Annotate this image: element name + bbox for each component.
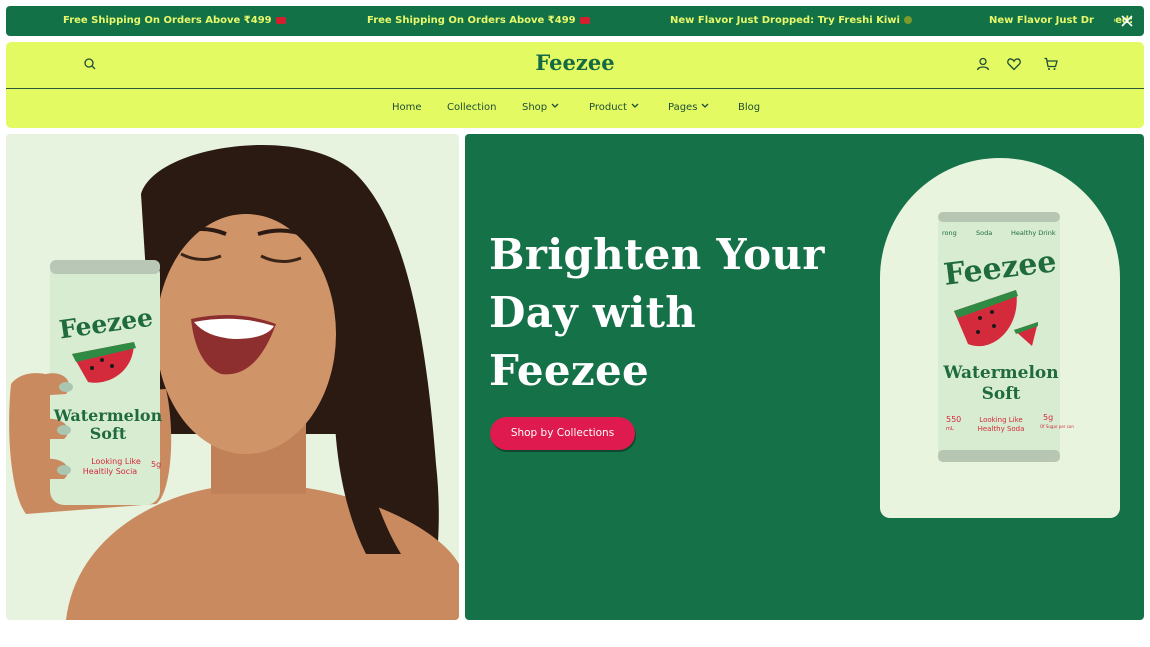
announcement-message: Free Shipping On Orders Above ₹499 <box>367 15 590 26</box>
can-sugar-note: Of Sugar per can <box>1040 424 1074 429</box>
product-arch-card: rong Soda Healthy Drink Feezee Watermelo… <box>880 158 1120 518</box>
site-header: Feezee Home Collection Shop Product Page… <box>6 42 1144 128</box>
hero-lifestyle-image: Feezee Watermelon Soft Looking Like Heal… <box>6 134 459 620</box>
can-top-label: rong <box>942 229 957 237</box>
hero-headline-line: Brighten Your <box>489 230 825 279</box>
woman-holding-can-illustration: Feezee Watermelon Soft Looking Like Heal… <box>9 145 459 620</box>
site-logo[interactable]: Feezee <box>6 50 1144 75</box>
kiwi-icon <box>903 16 912 24</box>
truck-icon <box>579 16 590 24</box>
can-top-label: Healthy Drink <box>1011 229 1056 237</box>
can-volume-unit: mL <box>946 426 954 432</box>
can-flavor-left-1: Watermelon <box>53 406 163 425</box>
can-tag-right-1: Looking Like <box>979 416 1022 424</box>
shop-by-collections-button[interactable]: Shop by Collections <box>490 417 635 450</box>
can-tag-left-2: Healtily Socia <box>83 467 138 476</box>
chevron-down-icon <box>701 103 709 108</box>
announcement-bar: Free Shipping On Orders Above ₹499 Free … <box>6 6 1144 36</box>
truck-icon <box>275 16 286 24</box>
chevron-down-icon <box>631 103 639 108</box>
nav-item-pages[interactable]: Pages <box>668 102 709 113</box>
hero-headline: Brighten Your Day with Feezee <box>489 226 869 400</box>
cart-icon[interactable] <box>1043 56 1059 72</box>
nav-item-home[interactable]: Home <box>392 102 422 113</box>
header-divider <box>6 88 1144 89</box>
can-flavor-right-1: Watermelon <box>942 363 1058 383</box>
can-sugar: 5g <box>1043 413 1053 422</box>
can-flavor-right-2: Soft <box>982 384 1021 404</box>
product-can-image: rong Soda Healthy Drink Feezee Watermelo… <box>938 212 1074 462</box>
announcement-message: Free Shipping On Orders Above ₹499 <box>63 15 286 26</box>
chevron-down-icon <box>551 103 559 108</box>
can-top-label: Soda <box>976 229 992 237</box>
can-tag-right-2: Healthy Soda <box>978 425 1025 433</box>
main-nav: Home Collection Shop Product Pages Blog <box>6 102 1144 118</box>
nav-item-blog[interactable]: Blog <box>738 102 760 113</box>
nav-item-collection[interactable]: Collection <box>447 102 496 113</box>
announcement-message: New Flavor Just Dropped: Try Freshi Kiwi <box>670 15 912 26</box>
can-tag-left-1: Looking Like <box>91 457 141 466</box>
hero-banner: Brighten Your Day with Feezee Shop by Co… <box>465 134 1144 620</box>
can-stat-left: 5g <box>151 460 161 469</box>
heart-icon[interactable] <box>1006 56 1022 72</box>
can-volume: 550 <box>946 415 961 424</box>
hero-headline-line: Day with <box>489 288 697 337</box>
nav-item-product[interactable]: Product <box>589 102 639 113</box>
can-flavor-left-2: Soft <box>90 424 127 443</box>
hero-headline-line: Feezee <box>489 346 650 395</box>
close-icon[interactable] <box>1118 12 1136 30</box>
nav-item-shop[interactable]: Shop <box>522 102 559 113</box>
user-icon[interactable] <box>975 56 991 72</box>
